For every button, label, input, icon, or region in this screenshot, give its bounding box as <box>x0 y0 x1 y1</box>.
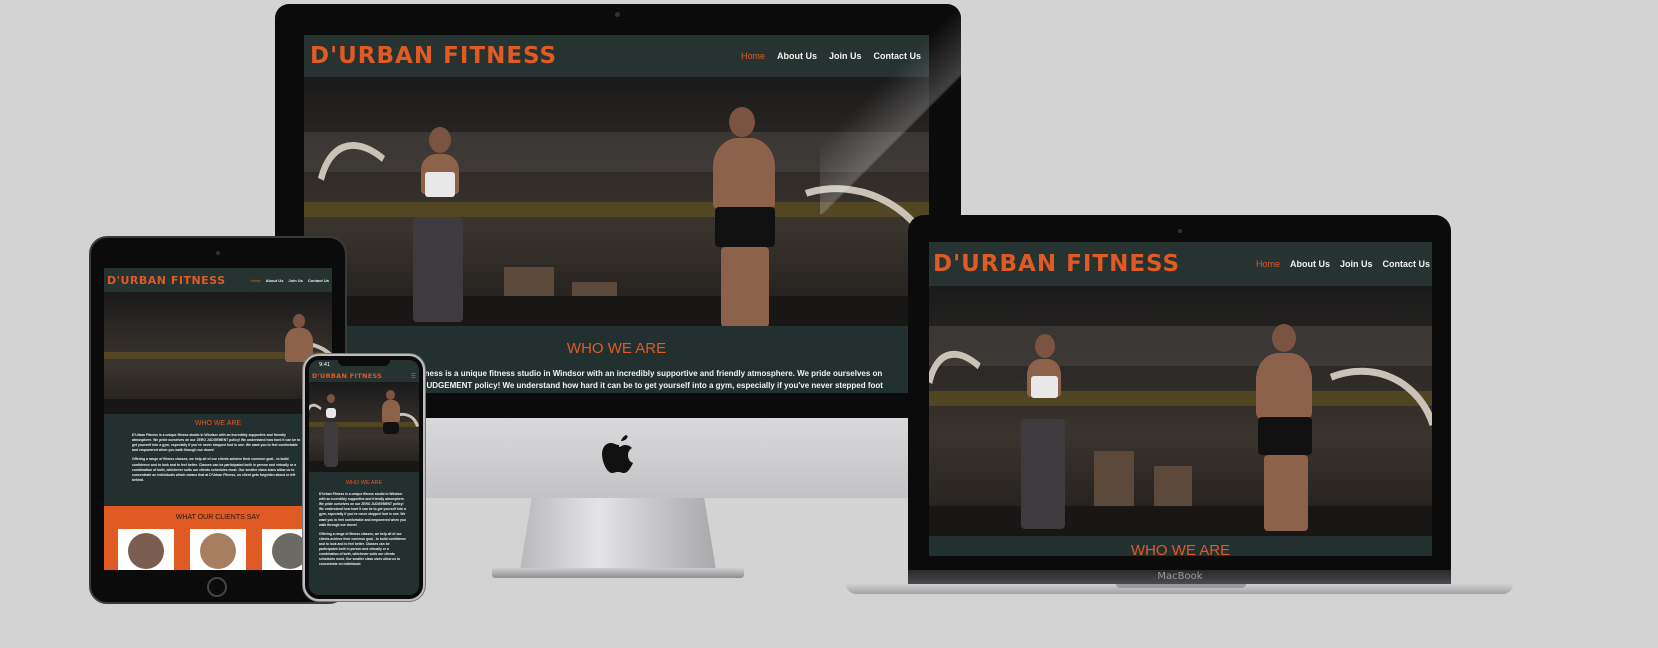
testimonials-section: WHAT OUR CLIENTS SAY <box>104 506 332 570</box>
testimonials-title: WHAT OUR CLIENTS SAY <box>175 514 261 521</box>
macbook-label: MacBook <box>1157 571 1203 582</box>
site-header: D'URBAN FITNESS Home About Us Join Us Co… <box>929 242 1432 286</box>
home-button-icon <box>207 577 227 597</box>
who-we-are-section: WHO WE ARE <box>929 536 1432 556</box>
nav-contact-us[interactable]: Contact Us <box>308 278 329 283</box>
site-logo[interactable]: D'URBAN FITNESS <box>107 274 226 287</box>
nav-home[interactable]: Home <box>1256 259 1280 269</box>
hero-image <box>929 286 1432 536</box>
devices-mockup: D'URBAN FITNESS Home About Us Join Us Co… <box>0 0 1658 648</box>
who-we-are-section: WHO WE ARE D'Urban Fitness is a unique f… <box>309 472 419 595</box>
camera-icon <box>615 12 620 17</box>
camera-icon <box>1178 229 1182 233</box>
iphone-notch <box>338 358 390 366</box>
hero-image <box>309 382 419 472</box>
avatar <box>190 529 246 570</box>
site-header: D'URBAN FITNESS Home About Us Join Us Co… <box>104 268 332 292</box>
site-logo[interactable]: D'URBAN FITNESS <box>310 43 557 69</box>
imac-stand <box>520 498 716 570</box>
ipad-screen: D'URBAN FITNESS Home About Us Join Us Co… <box>104 268 332 570</box>
macbook-screen: D'URBAN FITNESS Home About Us Join Us Co… <box>929 242 1432 556</box>
nav-join-us[interactable]: Join Us <box>288 278 302 283</box>
main-nav: Home About Us Join Us Contact Us <box>1256 259 1430 269</box>
who-we-are-title: WHO WE ARE <box>1130 542 1231 556</box>
nav-home[interactable]: Home <box>741 51 765 61</box>
apple-logo-icon <box>602 435 633 473</box>
imac-foot <box>492 568 744 578</box>
nav-home[interactable]: Home <box>250 278 261 283</box>
iphone-screen: 9:41 D'URBAN FITNESS ☰ WHO WE ARE D'Urba… <box>309 360 419 595</box>
hero-man <box>699 102 794 326</box>
macbook-notch <box>1116 584 1246 588</box>
imac-glare <box>820 4 961 214</box>
nav-contact-us[interactable]: Contact Us <box>1382 259 1430 269</box>
site-logo[interactable]: D'URBAN FITNESS <box>312 372 382 380</box>
hamburger-menu-icon[interactable]: ☰ <box>411 373 416 380</box>
hero-woman <box>1009 331 1079 531</box>
who-we-are-title: WHO WE ARE <box>194 420 242 427</box>
who-we-are-para-2: Offering a range of fitness classes, we … <box>132 457 297 482</box>
who-we-are-para-1: D'Urban Fitness is a unique fitness stud… <box>132 433 301 453</box>
nav-about-us[interactable]: About Us <box>1290 259 1330 269</box>
hero-man <box>1244 321 1329 536</box>
site-logo[interactable]: D'URBAN FITNESS <box>933 251 1180 277</box>
who-we-are-para-2: Offering a range of fitness classes, we … <box>319 531 407 567</box>
who-we-are-para-1: D'Urban Fitness is a unique fitness stud… <box>319 492 406 527</box>
avatar <box>118 529 174 570</box>
hero-image <box>104 292 332 414</box>
nav-about-us[interactable]: About Us <box>777 51 817 61</box>
main-nav: Home About Us Join Us Contact Us <box>250 278 329 283</box>
who-we-are-section: WHO WE ARE D'Urban Fitness is a unique f… <box>104 414 332 506</box>
camera-icon <box>216 251 220 255</box>
who-we-are-title: WHO WE ARE <box>345 480 383 486</box>
status-time: 9:41 <box>319 362 331 368</box>
hero-woman <box>399 122 479 322</box>
nav-about-us[interactable]: About Us <box>266 278 284 283</box>
nav-join-us[interactable]: Join Us <box>1340 259 1373 269</box>
